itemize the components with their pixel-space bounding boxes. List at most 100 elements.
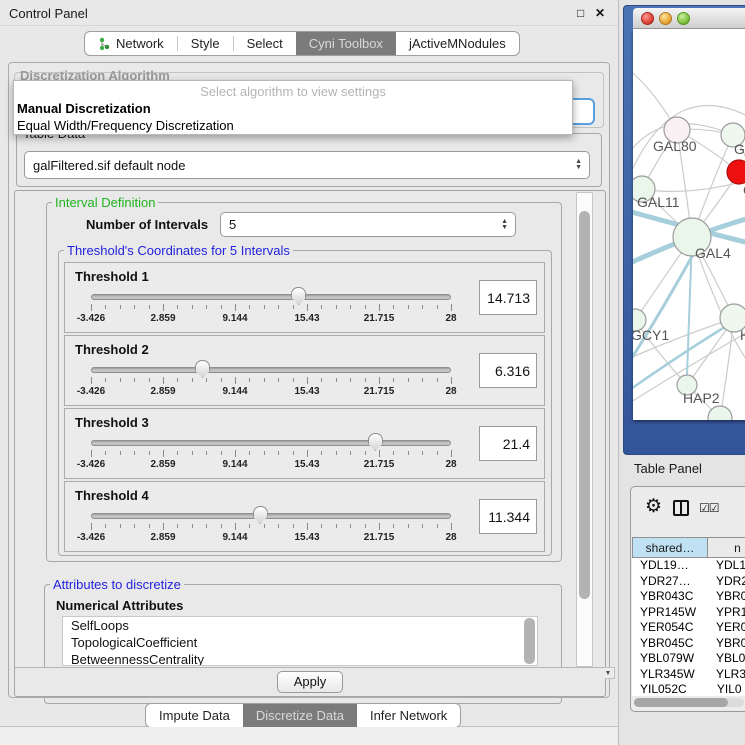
attribute-list-item[interactable]: BetweennessCentrality: [63, 651, 537, 666]
slider-tick: [264, 378, 265, 382]
slider-tick: [278, 378, 279, 382]
slider-tick-label: 2.859: [133, 532, 193, 543]
slider-tick-label: 28: [421, 313, 481, 324]
slider-tick: [177, 305, 178, 309]
network-node[interactable]: [727, 160, 745, 184]
slider-tick-label: 9.144: [205, 532, 265, 543]
slider-tick: [278, 524, 279, 528]
table-horizontal-scrollbar[interactable]: [634, 698, 744, 707]
slider-tick: [321, 305, 322, 309]
slider-tick: [221, 378, 222, 382]
slider-track[interactable]: [91, 294, 451, 300]
threshold-value-field[interactable]: 6.316: [479, 353, 537, 388]
cell-shared-name: YBL079W: [632, 651, 705, 667]
hscroll-thumb[interactable]: [634, 698, 728, 707]
slider-track[interactable]: [91, 367, 451, 373]
tab-impute-data[interactable]: Impute Data: [146, 704, 243, 727]
tab-cyni-toolbox[interactable]: Cyni Toolbox: [296, 32, 396, 55]
float-window-icon[interactable]: □: [577, 6, 584, 20]
slider-tick: [149, 451, 150, 455]
top-tab-bar: Network Style SelectCyni ToolboxjActiveMNo…: [84, 31, 520, 56]
table-rows[interactable]: YDL19…YDL1YDR27…YDR2YBR043CYBR0YPR145WYP…: [632, 558, 745, 696]
slider-track[interactable]: [91, 513, 451, 519]
slider-tick: [293, 378, 294, 382]
number-of-intervals-combobox[interactable]: 5 ▲▼: [220, 212, 516, 237]
table-row[interactable]: YDR27…YDR2: [632, 574, 745, 590]
slider-tick: [192, 305, 193, 309]
select-columns-icon[interactable]: ☑☑: [699, 501, 719, 515]
bottom-tab-bar: Impute DataDiscretize DataInfer Network: [145, 703, 461, 728]
slider-tick: [379, 377, 380, 384]
zoom-traffic-light-icon[interactable]: [677, 12, 690, 25]
slider-tick: [163, 450, 164, 457]
slider-track[interactable]: [91, 440, 451, 446]
dropdown-option-equal-width-frequency-discretization[interactable]: Equal Width/Frequency Discretization: [17, 118, 234, 133]
slider-tick: [307, 523, 308, 530]
slider-tick: [350, 524, 351, 528]
tab-select[interactable]: Select: [234, 32, 296, 55]
slider-thumb[interactable]: [291, 287, 306, 305]
slider-tick: [321, 378, 322, 382]
slider-tick-label: 28: [421, 459, 481, 470]
slider-tick: [149, 305, 150, 309]
table-row[interactable]: YPR145WYPR1: [632, 605, 745, 621]
gear-icon[interactable]: ⚙: [645, 495, 662, 518]
cell-name: YPR1: [705, 605, 745, 621]
slider-thumb[interactable]: [368, 433, 383, 451]
slider-thumb[interactable]: [253, 506, 268, 524]
close-icon[interactable]: ✕: [595, 6, 605, 20]
interval-definition-title: Interval Definition: [52, 196, 158, 209]
attribute-list-item[interactable]: TopologicalCoefficient: [63, 634, 537, 651]
table-row[interactable]: YER054CYER0: [632, 620, 745, 636]
number-of-intervals-value: 5: [229, 217, 236, 232]
close-traffic-light-icon[interactable]: [641, 12, 654, 25]
slider-tick: [221, 524, 222, 528]
slider-tick: [408, 451, 409, 455]
slider-tick: [249, 524, 250, 528]
slider-tick: [206, 305, 207, 309]
spinner-arrows-icon: ▲▼: [575, 152, 582, 178]
column-header-shared-name[interactable]: shared…: [632, 537, 708, 558]
table-data-value: galFiltered.sif default node: [33, 158, 185, 173]
slider-tick: [221, 451, 222, 455]
tab-network[interactable]: Network: [85, 32, 177, 55]
table-row[interactable]: YDL19…YDL1: [632, 558, 745, 574]
cell-name: YIL0: [706, 682, 745, 696]
table-row[interactable]: YLR345WYLR3: [632, 667, 745, 683]
tab-style[interactable]: Style: [178, 32, 233, 55]
slider-tick-label: 15.43: [277, 386, 337, 397]
table-row[interactable]: YBL079WYBL0: [632, 651, 745, 667]
slider-tick: [393, 378, 394, 382]
dropdown-option-manual-discretization[interactable]: Manual Discretization: [17, 101, 151, 116]
scrollbar-thumb[interactable]: [579, 211, 590, 599]
attribute-list-item[interactable]: SelfLoops: [63, 617, 537, 634]
tab-infer-network[interactable]: Infer Network: [357, 704, 460, 727]
slider-tick-label: 15.43: [277, 532, 337, 543]
threshold-value-field[interactable]: 14.713: [479, 280, 537, 315]
minimize-traffic-light-icon[interactable]: [659, 12, 672, 25]
table-data-combobox[interactable]: galFiltered.sif default node ▲▼: [24, 151, 590, 179]
numerical-attributes-list[interactable]: SelfLoopsTopologicalCoefficientBetweenne…: [62, 616, 538, 666]
table-row[interactable]: YIL052CYIL0: [632, 682, 745, 696]
tab-jactivemnodules[interactable]: jActiveMNodules: [396, 32, 519, 55]
table-row[interactable]: YBR045CYBR0: [632, 636, 745, 652]
apply-button[interactable]: Apply: [277, 671, 343, 693]
tab-label: Style: [191, 36, 220, 51]
slider-tick: [221, 305, 222, 309]
panel-vertical-scrollbar[interactable]: [576, 192, 593, 667]
attributes-list-scrollbar[interactable]: [524, 618, 535, 664]
table-row[interactable]: YBR043CYBR0: [632, 589, 745, 605]
slider-thumb[interactable]: [195, 360, 210, 378]
screen: Control Panel □ ✕ NetworkStyleSelectCyni…: [0, 0, 745, 745]
slider-tick: [134, 524, 135, 528]
cell-shared-name: YBR043C: [632, 589, 705, 605]
split-columns-icon[interactable]: [673, 500, 689, 516]
slider-tick: [134, 378, 135, 382]
slider-tick: [365, 378, 366, 382]
threshold-value-field[interactable]: 21.4: [479, 426, 537, 461]
network-node[interactable]: [708, 406, 732, 420]
tab-discretize-data[interactable]: Discretize Data: [243, 704, 357, 727]
threshold-value-field[interactable]: 11.344: [479, 499, 537, 534]
column-header-name[interactable]: n: [708, 537, 745, 558]
network-canvas[interactable]: GAL80GCGAL11GAL4GCY1HHAP2: [633, 29, 745, 420]
